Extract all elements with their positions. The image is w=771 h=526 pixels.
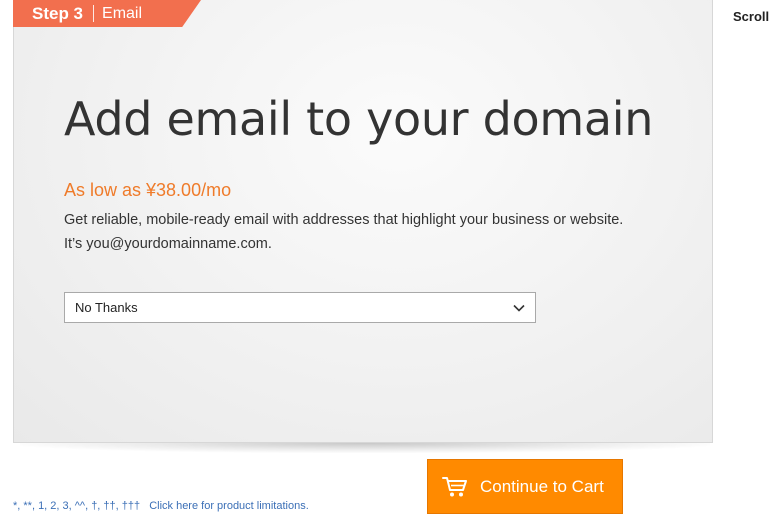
footnotes: *, **, 1, 2, 3, ^^, †, ††, ††† Click her… [13,500,309,512]
panel-shadow [20,443,710,453]
step-name: Email [102,4,143,22]
email-plan-selected-value: No Thanks [75,300,138,315]
step-number: Step 3 [32,3,84,23]
offer-description: Get reliable, mobile-ready email with ad… [64,212,624,252]
continue-to-cart-label: Continue to Cart [480,476,604,496]
offer-price: As low as ¥38.00/mo [64,180,232,200]
product-limitations-link[interactable]: Click here for product limitations. [149,500,309,512]
shopping-cart-icon [442,476,468,498]
email-plan-select[interactable]: No Thanks [64,292,536,323]
continue-to-cart-button[interactable]: Continue to Cart [427,459,623,514]
chevron-down-icon [513,304,525,312]
footnote-symbols: *, **, 1, 2, 3, ^^, †, ††, ††† [13,500,141,512]
offer-headline: Add email to your domain [64,92,654,146]
scroll-label: Scroll [733,9,770,24]
step-divider [93,5,95,22]
step-indicator: Step 3 Email [13,0,201,27]
email-upsell-page: Step 3 Email Add email to your domain As… [0,0,771,526]
